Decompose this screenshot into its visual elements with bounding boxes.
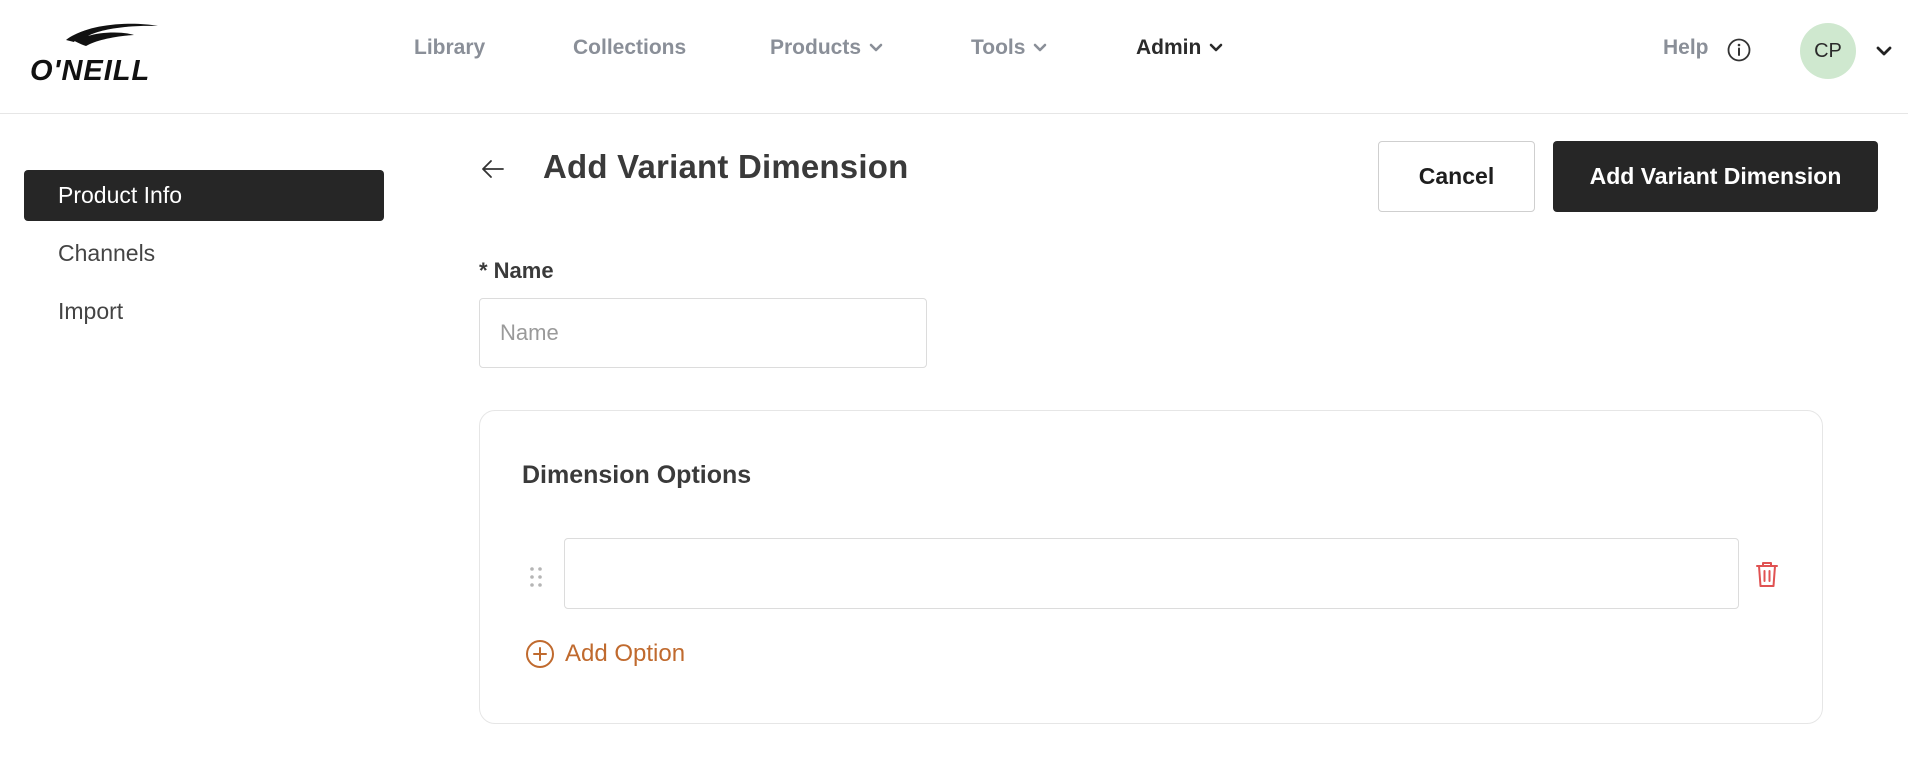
nav-tools-label: Tools	[971, 36, 1026, 59]
dimension-options-title: Dimension Options	[522, 461, 752, 489]
add-option-label: Add Option	[565, 640, 686, 667]
info-icon[interactable]	[1727, 38, 1751, 62]
sidebar: Product Info Channels Import	[24, 170, 384, 344]
chevron-down-icon	[1210, 43, 1223, 52]
help-link[interactable]: Help	[1663, 36, 1709, 60]
back-arrow-icon[interactable]	[479, 155, 507, 183]
sidebar-item-import[interactable]: Import	[24, 286, 384, 337]
sidebar-item-label: Product Info	[58, 182, 183, 208]
sidebar-item-label: Import	[58, 298, 124, 324]
add-option-button[interactable]: Add Option	[525, 639, 685, 669]
sidebar-item-product-info[interactable]: Product Info	[24, 170, 384, 221]
user-avatar[interactable]: CP	[1800, 23, 1856, 79]
nav-tools[interactable]: Tools	[971, 36, 1047, 60]
dimension-option-input[interactable]	[564, 538, 1739, 609]
dimension-options-card: Dimension Options Add Option	[479, 410, 1823, 724]
nav-admin[interactable]: Admin	[1136, 36, 1223, 60]
sidebar-item-channels[interactable]: Channels	[24, 228, 384, 279]
top-navigation-bar: O'NEILL Library Collections Products Too…	[0, 0, 1908, 114]
add-variant-dimension-button[interactable]: Add Variant Dimension	[1553, 141, 1878, 212]
plus-circle-icon	[526, 640, 554, 668]
nav-products[interactable]: Products	[770, 36, 883, 60]
chevron-down-icon[interactable]	[1876, 44, 1892, 58]
chevron-down-icon	[1034, 43, 1047, 52]
cancel-button[interactable]: Cancel	[1378, 141, 1535, 212]
nav-collections-label: Collections	[573, 36, 687, 59]
name-field-label: * Name	[479, 258, 554, 283]
chevron-down-icon	[869, 43, 883, 52]
nav-collections[interactable]: Collections	[573, 36, 686, 60]
nav-admin-label: Admin	[1136, 36, 1202, 59]
main-nav: Library Collections Products Tools Admin	[0, 0, 1908, 103]
sidebar-item-label: Channels	[58, 240, 156, 266]
trash-icon[interactable]	[1754, 559, 1780, 589]
nav-library-label: Library	[414, 36, 486, 59]
nav-products-label: Products	[770, 36, 862, 59]
nav-library[interactable]: Library	[414, 36, 485, 60]
page-title: Add Variant Dimension	[543, 148, 909, 185]
drag-handle-icon[interactable]	[528, 565, 544, 589]
name-input[interactable]	[479, 298, 927, 368]
